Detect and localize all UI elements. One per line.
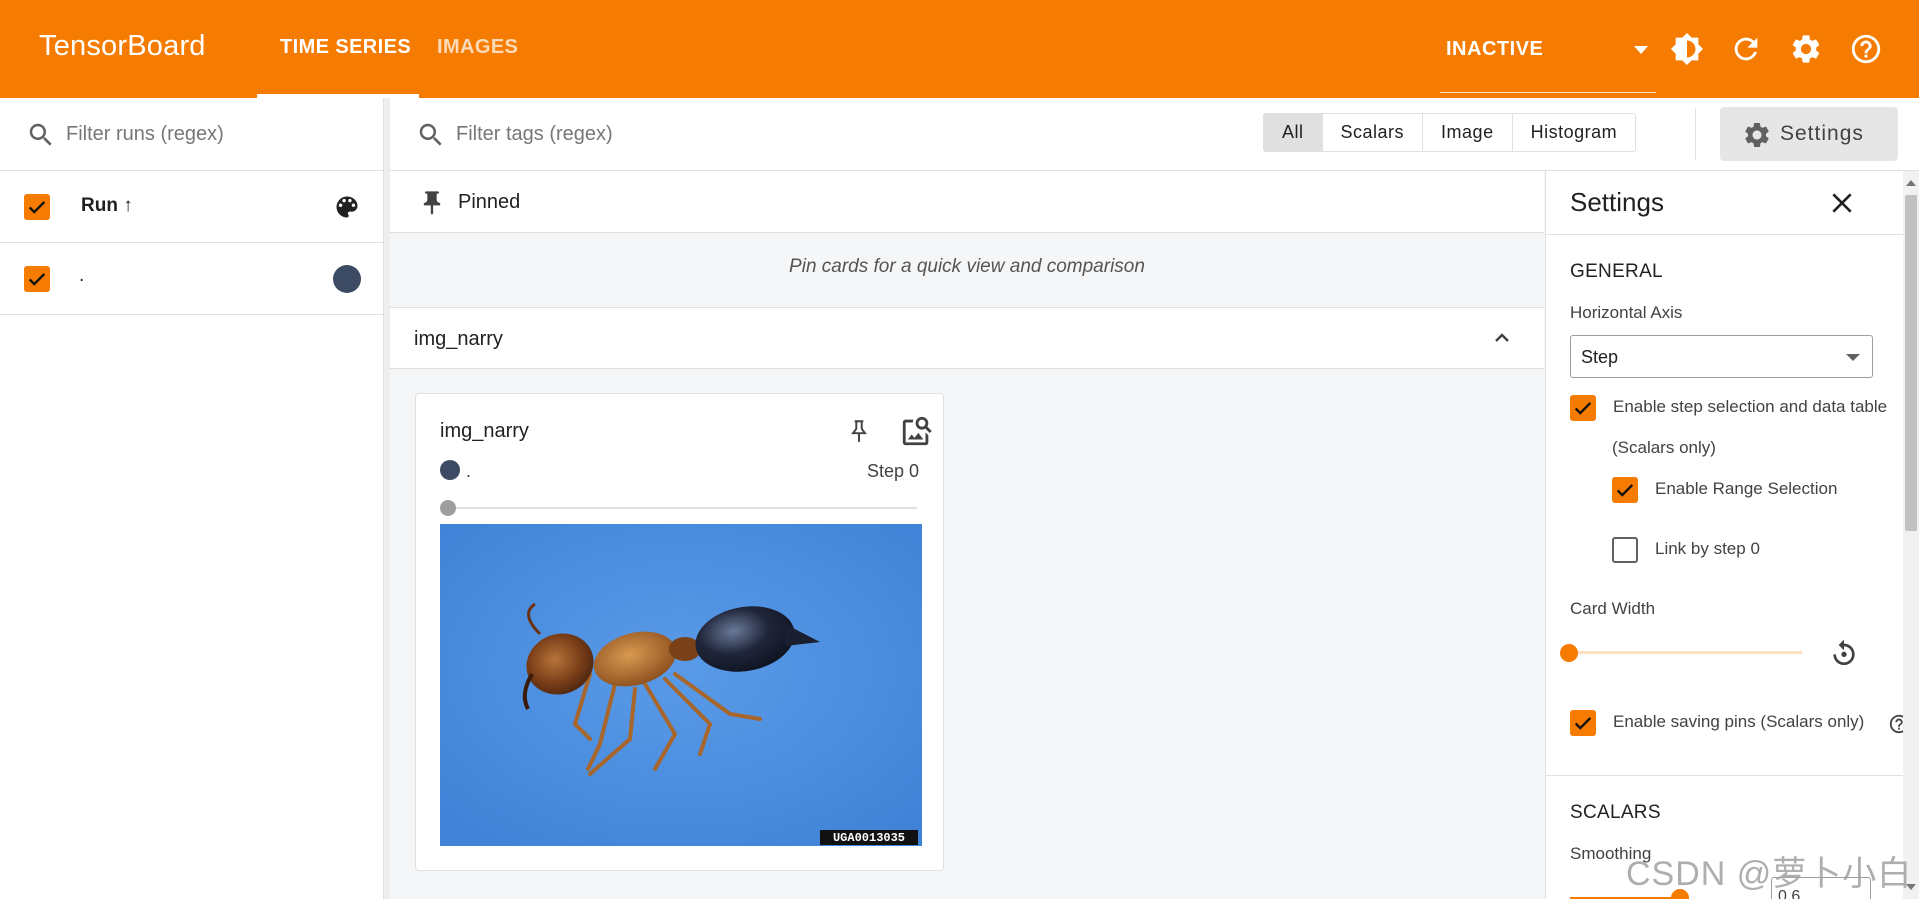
runs-filter-input[interactable] — [66, 118, 366, 150]
status-dropdown-icon[interactable] — [1634, 46, 1648, 54]
settings-toggle-button[interactable]: Settings — [1720, 107, 1898, 161]
search-icon — [29, 123, 52, 146]
close-icon[interactable] — [1829, 190, 1855, 216]
image-card: img_narry . Step 0 UGA0013035 — [415, 393, 944, 871]
link-by-step-checkbox[interactable] — [1612, 537, 1638, 563]
run-color-swatch[interactable] — [333, 265, 361, 293]
brightness-icon[interactable] — [1670, 32, 1704, 66]
run-name: . — [79, 265, 85, 286]
help-icon[interactable] — [1888, 713, 1903, 735]
range-selection-checkbox[interactable] — [1612, 477, 1638, 503]
pinned-empty-hint: Pin cards for a quick view and compariso… — [789, 256, 1145, 277]
settings-panel: Settings GENERAL Horizontal Axis Step En… — [1545, 171, 1903, 899]
pin-icon[interactable] — [846, 414, 872, 448]
gear-icon[interactable] — [1789, 32, 1823, 66]
scalars-only-note: (Scalars only) — [1612, 438, 1716, 457]
step-slider-knob[interactable] — [440, 500, 456, 516]
link-by-step-label: Link by step 0 — [1655, 539, 1760, 558]
brand-title[interactable]: TensorBoard — [39, 30, 206, 63]
image-search-icon[interactable] — [900, 414, 934, 448]
tab-time-series[interactable]: TIME SERIES — [280, 36, 411, 59]
card-step-label: Step 0 — [866, 461, 919, 481]
scrollbar-thumb[interactable] — [1905, 195, 1917, 531]
watermark-text: CSDN @萝卜小白 — [1626, 855, 1913, 893]
settings-panel-title: Settings — [1570, 187, 1664, 217]
plugin-type-filter: All Scalars Image Histogram — [1263, 113, 1637, 152]
settings-scrollbar[interactable] — [1903, 171, 1919, 899]
ant-image[interactable]: UGA0013035 — [440, 524, 922, 846]
divider — [1546, 234, 1903, 235]
pinned-title: Pinned — [458, 191, 521, 213]
card-run-name: . — [466, 461, 472, 481]
saving-pins-checkbox[interactable] — [1570, 710, 1596, 736]
saving-pins-label: Enable saving pins (Scalars only) — [1613, 712, 1865, 731]
filter-all-button[interactable]: All — [1264, 114, 1323, 151]
general-section-title: GENERAL — [1570, 261, 1663, 282]
pin-icon — [423, 191, 441, 215]
chevron-up-icon[interactable] — [1490, 326, 1514, 350]
filter-scalars-button[interactable]: Scalars — [1322, 114, 1424, 151]
scalars-section-title: SCALARS — [1570, 802, 1661, 823]
divider — [1695, 108, 1696, 160]
horizontal-axis-value: Step — [1581, 347, 1619, 367]
run-color-dot — [440, 460, 460, 480]
tag-filter-bar: All Scalars Image Histogram Settings — [390, 98, 1919, 171]
divider — [1546, 775, 1903, 776]
scroll-up-icon[interactable] — [1906, 180, 1916, 186]
image-caption: UGA0013035 — [833, 831, 905, 845]
refresh-icon[interactable] — [1729, 32, 1763, 66]
chevron-down-icon — [1846, 354, 1860, 361]
horizontal-axis-label: Horizontal Axis — [1570, 303, 1683, 322]
search-icon — [419, 123, 442, 146]
filter-image-button[interactable]: Image — [1423, 114, 1513, 151]
status-underline — [1440, 92, 1656, 93]
step-selection-label: Enable step selection and data table — [1613, 397, 1888, 416]
tags-filter-input[interactable] — [456, 118, 1056, 150]
reset-icon[interactable] — [1828, 637, 1860, 669]
app-header: TensorBoard TIME SERIES IMAGES INACTIVE — [0, 0, 1919, 98]
card-width-slider-track[interactable] — [1570, 651, 1802, 654]
gear-icon — [1745, 123, 1769, 147]
settings-button-label: Settings — [1780, 122, 1864, 145]
card-group-header[interactable]: img_narry — [390, 307, 1544, 369]
palette-icon[interactable] — [333, 193, 361, 221]
tab-images[interactable]: IMAGES — [437, 36, 518, 59]
select-all-checkbox[interactable] — [24, 194, 50, 220]
runs-sidebar: Run ↑ . — [0, 98, 384, 899]
step-slider-track[interactable] — [446, 507, 917, 509]
horizontal-axis-select[interactable]: Step — [1570, 335, 1873, 378]
step-selection-checkbox[interactable] — [1570, 395, 1596, 421]
run-row[interactable]: . — [0, 243, 384, 315]
help-icon[interactable] — [1849, 32, 1883, 66]
filter-histogram-button[interactable]: Histogram — [1512, 114, 1636, 151]
runs-table-header: Run ↑ — [0, 171, 384, 243]
runs-filter-row — [0, 98, 384, 171]
run-column-header[interactable]: Run ↑ — [81, 195, 133, 217]
card-title: img_narry — [440, 420, 529, 442]
card-width-label: Card Width — [1570, 599, 1656, 618]
reload-status[interactable]: INACTIVE — [1446, 38, 1543, 61]
group-title: img_narry — [414, 328, 503, 350]
range-selection-label: Enable Range Selection — [1655, 479, 1838, 498]
card-width-slider-knob[interactable] — [1560, 644, 1578, 662]
run-checkbox[interactable] — [24, 266, 50, 292]
pinned-section-header: Pinned — [390, 171, 1544, 233]
